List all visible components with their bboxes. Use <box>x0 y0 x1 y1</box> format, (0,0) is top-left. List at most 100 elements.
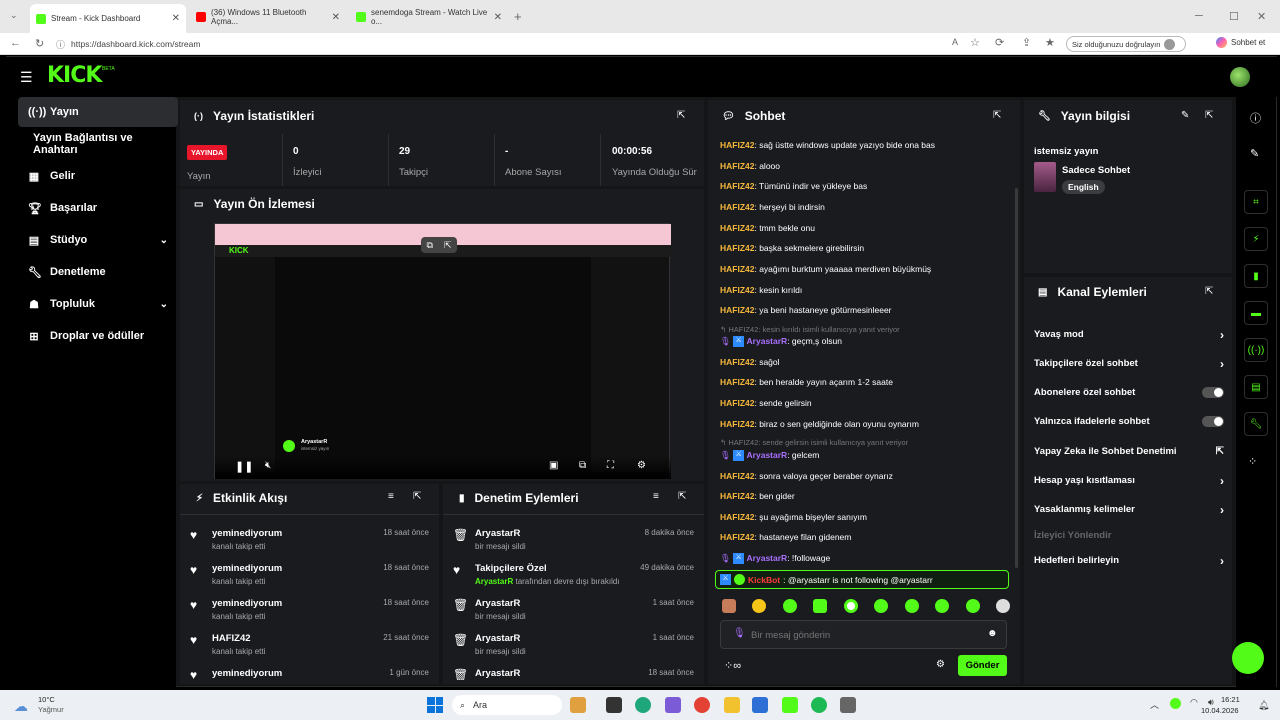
chevron-up-icon[interactable]: ︿ <box>1150 698 1159 711</box>
emote-icon[interactable] <box>995 599 1010 613</box>
chat-username[interactable]: HAFIZ42 <box>720 357 754 367</box>
user-avatar[interactable] <box>1230 67 1250 87</box>
tray-app-icon[interactable] <box>1170 698 1181 709</box>
kick-logo[interactable]: KICK <box>47 63 102 88</box>
close-tab-icon[interactable]: ✕ <box>494 12 502 23</box>
chat-username[interactable]: AryastarR <box>747 450 788 460</box>
sidebar-item-droplar[interactable]: ⊞ Droplar ve ödüller <box>18 321 178 351</box>
read-aloud-icon[interactable]: A <box>952 37 958 47</box>
settings-gear-icon[interactable]: ⚙ <box>637 460 646 471</box>
chat-username[interactable]: HAFIZ42 <box>720 471 754 481</box>
extensions-icon[interactable]: ⟳ <box>995 36 1004 49</box>
chat-username[interactable]: HAFIZ42 <box>720 243 754 253</box>
chat-settings-gear-icon[interactable]: ⚙ <box>936 659 945 670</box>
info-icon[interactable]: ⓘ <box>1250 110 1261 126</box>
emote-icon[interactable] <box>782 599 797 613</box>
browser-tab-kick-dashboard[interactable]: Stream - Kick Dashboard ✕ <box>30 4 186 33</box>
back-icon[interactable]: ← <box>10 37 21 49</box>
edit-pencil-icon[interactable]: ✎ <box>1181 110 1189 121</box>
emoji-icon[interactable]: ☻ <box>987 628 998 639</box>
chat-username[interactable]: AryastarR <box>747 553 788 563</box>
chat-input-box[interactable]: 🎙︎ ☻ <box>720 620 1007 649</box>
file-explorer-icon[interactable] <box>724 697 740 713</box>
filter-icon[interactable]: ≡ <box>653 491 659 502</box>
rail-wrench-icon[interactable]: 🔧︎ <box>1244 412 1268 436</box>
taskbar-search[interactable]: ⌕ Ara <box>452 695 562 715</box>
chat-username[interactable]: HAFIZ42 <box>720 181 754 191</box>
sidebar-item-studyo[interactable]: ▤ Stüdyo ⌄ <box>18 225 178 255</box>
emote-icon[interactable] <box>935 599 950 613</box>
theater-mode-icon[interactable]: ▣ <box>549 460 558 471</box>
fullscreen-icon[interactable]: ⛶ <box>607 460 614 471</box>
emote-icon[interactable] <box>874 599 889 613</box>
maximize-icon[interactable]: ☐ <box>1229 10 1239 23</box>
share-icon[interactable]: ⇪ <box>1022 36 1031 49</box>
followers-only-row[interactable]: Takipçilere özel sohbet › <box>1034 349 1224 378</box>
site-info-icon[interactable]: ⓘ <box>56 38 65 51</box>
refresh-icon[interactable]: ↻ <box>35 37 44 50</box>
clock-date[interactable]: 10.04.2026 <box>1201 706 1239 715</box>
emote-icon[interactable] <box>965 599 980 613</box>
sidebar-item-topluluk[interactable]: ☗ Topluluk ⌄ <box>18 289 178 319</box>
popout-icon[interactable]: ⇱ <box>678 491 686 502</box>
chat-username[interactable]: HAFIZ42 <box>720 398 754 408</box>
wifi-icon[interactable]: ◠ <box>1190 697 1198 708</box>
rail-broadcast-icon[interactable]: ((·)) <box>1244 338 1268 362</box>
rail-chat-icon[interactable]: ▬ <box>1244 301 1268 325</box>
account-age-row[interactable]: Hesap yaşı kısıtlaması › <box>1034 466 1224 495</box>
sidebar-item-gelir[interactable]: ▦ Gelir <box>18 161 178 191</box>
browser-tab-senemdoga[interactable]: senemdoga Stream - Watch Live o... ✕ <box>350 6 508 28</box>
sidebar-item-denetleme[interactable]: 🔧︎ Denetleme <box>18 257 178 287</box>
emote-icon[interactable] <box>722 599 736 613</box>
edge-icon[interactable] <box>635 697 651 713</box>
close-tab-icon[interactable]: ✕ <box>332 12 340 23</box>
chat-users-icon[interactable]: ⁘∞ <box>724 659 741 672</box>
filter-icon[interactable]: ≡ <box>388 491 394 502</box>
notifications-icon[interactable]: 🔔︎ <box>1258 700 1269 711</box>
browser-tab-youtube[interactable]: (36) Windows 11 Bluetooth Açma... ✕ <box>190 6 346 28</box>
sidebar-item-stream-key[interactable]: Yayın Bağlantısı ve Anahtarı <box>18 129 178 159</box>
chat-message-input[interactable] <box>751 627 971 643</box>
popout-icon[interactable]: ⇱ <box>444 240 452 251</box>
chat-username[interactable]: HAFIZ42 <box>720 223 754 233</box>
rail-lightning-icon[interactable]: ⚡︎ <box>1244 227 1268 251</box>
chat-username[interactable]: HAFIZ42 <box>720 491 754 501</box>
slow-mode-row[interactable]: Yavaş mod › <box>1034 320 1224 349</box>
subscribers-only-toggle[interactable] <box>1202 387 1224 398</box>
taskbar-app-icon[interactable] <box>570 697 586 713</box>
emote-icon[interactable] <box>752 599 767 613</box>
chat-username[interactable]: HAFIZ42 <box>720 202 754 212</box>
emote-icon[interactable] <box>843 599 858 613</box>
chat-username[interactable]: HAFIZ42 <box>720 140 754 150</box>
popout-icon[interactable]: ⇱ <box>993 110 1001 121</box>
verify-identity-button[interactable]: Siz olduğunuzu doğrulayın <box>1066 36 1186 52</box>
preview-overlay-controls[interactable]: ⧉ ⇱ <box>421 237 457 253</box>
chrome-icon[interactable] <box>694 697 710 713</box>
favorites-list-icon[interactable]: ★ <box>1045 36 1055 49</box>
settings-gear-icon[interactable] <box>840 697 856 713</box>
emote-icon[interactable] <box>904 599 919 613</box>
sidebar-item-basarilar[interactable]: 🏆︎ Başarılar <box>18 193 178 223</box>
chat-username[interactable]: HAFIZ42 <box>720 305 754 315</box>
minimize-icon[interactable]: ─ <box>1195 10 1203 22</box>
pip-icon[interactable]: ⧉ <box>579 460 586 471</box>
copilot-chat-button[interactable]: Sohbet et <box>1216 37 1265 48</box>
popout-icon[interactable]: ⇱ <box>677 110 685 121</box>
send-button[interactable]: Gönder <box>958 655 1007 676</box>
chat-username[interactable]: HAFIZ42 <box>720 264 754 274</box>
chat-username[interactable]: HAFIZ42 <box>720 285 754 295</box>
rail-users-icon[interactable]: ⁘ <box>1248 455 1257 468</box>
spotify-icon[interactable] <box>811 697 827 713</box>
rail-document-icon[interactable]: ▮ <box>1244 264 1268 288</box>
emote-only-toggle[interactable] <box>1202 416 1224 427</box>
windows-start-icon[interactable] <box>427 697 443 713</box>
chat-username[interactable]: AryastarR <box>747 336 788 346</box>
chat-username[interactable]: HAFIZ42 <box>720 512 754 522</box>
chat-scrollbar[interactable] <box>1015 188 1018 568</box>
chat-username[interactable]: HAFIZ42 <box>720 377 754 387</box>
task-view-icon[interactable] <box>606 697 622 713</box>
pip-icon[interactable]: ⧉ <box>427 240 433 251</box>
set-goals-row[interactable]: Hedefleri belirleyin › <box>1034 546 1224 575</box>
kick-app-icon[interactable] <box>782 697 798 713</box>
store-icon[interactable] <box>752 697 768 713</box>
